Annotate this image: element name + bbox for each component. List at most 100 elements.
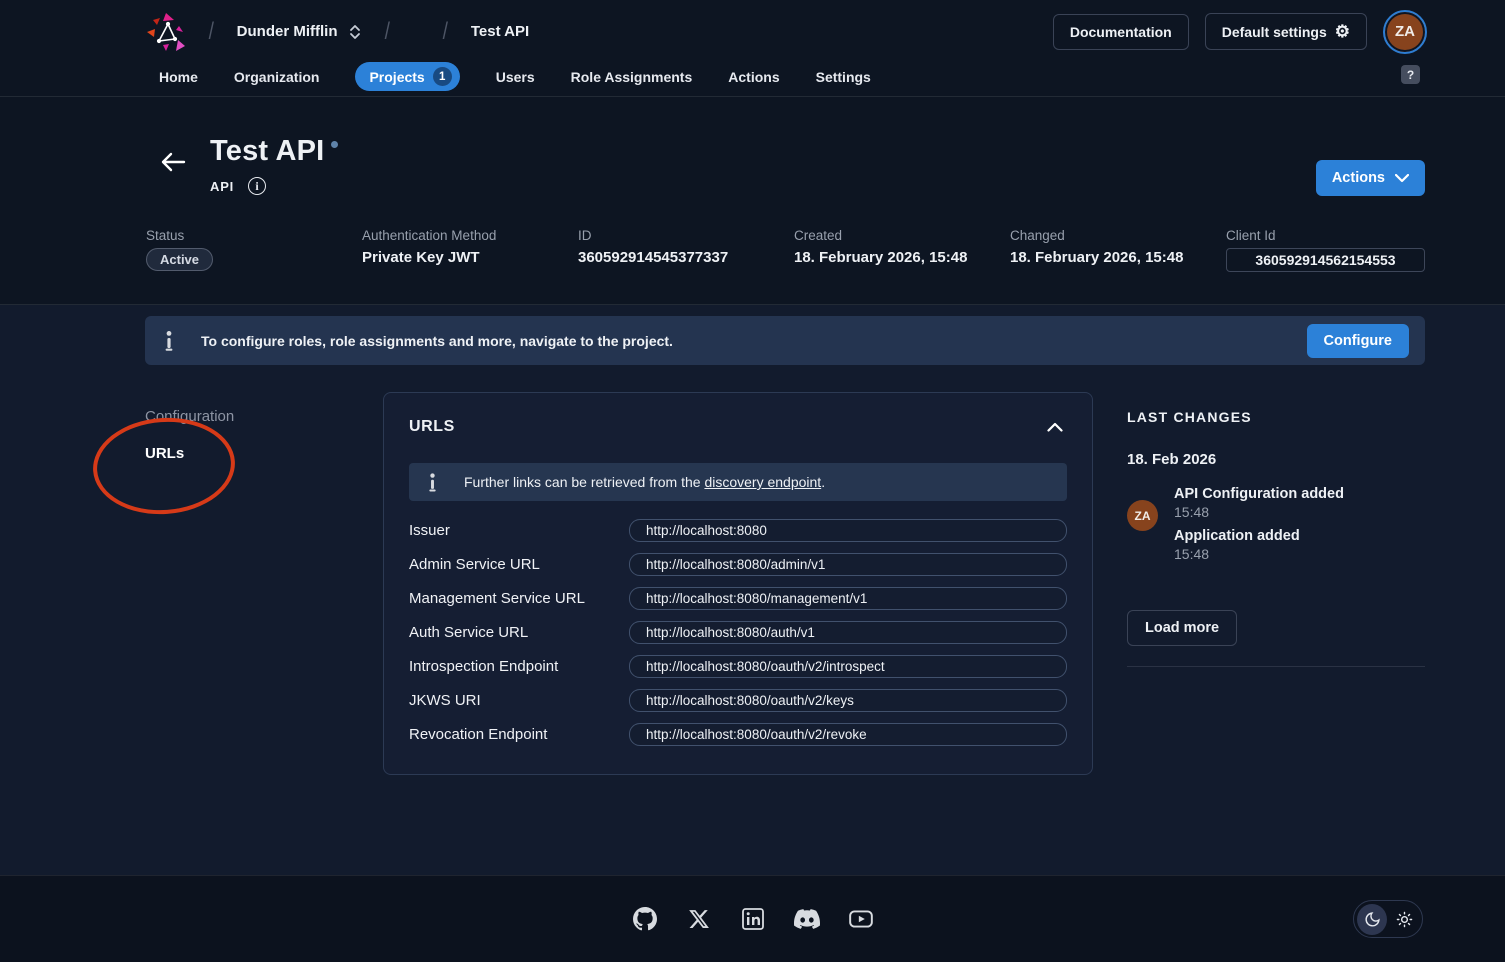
sidebar-item-urls[interactable]: URLs bbox=[145, 445, 383, 462]
youtube-icon[interactable] bbox=[842, 900, 880, 938]
discovery-endpoint-link[interactable]: discovery endpoint bbox=[704, 474, 821, 490]
config-sidebar: Configuration URLs bbox=[145, 392, 383, 462]
field-issuer: Issuer bbox=[409, 519, 1067, 542]
change-event: Application added 15:48 bbox=[1174, 528, 1344, 562]
discovery-note: Further links can be retrieved from the … bbox=[409, 463, 1067, 501]
field-label: JKWS URI bbox=[409, 692, 629, 709]
created-label: Created bbox=[794, 228, 1010, 243]
footer bbox=[0, 875, 1505, 962]
note-prefix: Further links can be retrieved from the bbox=[464, 474, 704, 490]
note-suffix: . bbox=[821, 474, 825, 490]
management-service-url-input[interactable] bbox=[629, 587, 1067, 610]
default-settings-label: Default settings bbox=[1222, 24, 1327, 40]
change-event: API Configuration added 15:48 bbox=[1174, 486, 1344, 520]
github-icon[interactable] bbox=[626, 900, 664, 938]
topbar: / Dunder Mifflin / / Test API Documentat… bbox=[0, 0, 1505, 97]
breadcrumb-separator: / bbox=[384, 18, 389, 46]
meta-auth-method: Authentication Method Private Key JWT bbox=[362, 228, 578, 272]
field-label: Revocation Endpoint bbox=[409, 726, 629, 743]
info-person-icon bbox=[427, 472, 438, 493]
event-time: 15:48 bbox=[1174, 546, 1344, 562]
avatar-initials: ZA bbox=[1135, 509, 1151, 523]
breadcrumb-separator: / bbox=[443, 18, 448, 46]
sun-icon[interactable] bbox=[1389, 904, 1419, 935]
documentation-label: Documentation bbox=[1070, 24, 1172, 40]
theme-toggle bbox=[1353, 900, 1423, 938]
field-admin-service-url: Admin Service URL bbox=[409, 553, 1067, 576]
project-info-banner: To configure roles, role assignments and… bbox=[145, 316, 1425, 365]
url-fields: Issuer Admin Service URL Management Serv… bbox=[409, 519, 1067, 746]
documentation-button[interactable]: Documentation bbox=[1053, 14, 1189, 50]
meta-id: ID 360592914545377337 bbox=[578, 228, 794, 272]
discord-icon[interactable] bbox=[788, 900, 826, 938]
field-label: Introspection Endpoint bbox=[409, 658, 629, 675]
actions-button-label: Actions bbox=[1332, 170, 1385, 186]
linkedin-icon[interactable] bbox=[734, 900, 772, 938]
field-auth-service-url: Auth Service URL bbox=[409, 621, 1067, 644]
id-value: 360592914545377337 bbox=[578, 249, 794, 266]
meta-changed: Changed 18. February 2026, 15:48 bbox=[1010, 228, 1226, 272]
tab-organization[interactable]: Organization bbox=[234, 69, 320, 85]
event-avatar: ZA bbox=[1127, 500, 1158, 531]
field-label: Admin Service URL bbox=[409, 556, 629, 573]
last-changes-heading: LAST CHANGES bbox=[1127, 409, 1425, 425]
info-icon[interactable]: i bbox=[248, 177, 266, 195]
tab-actions[interactable]: Actions bbox=[728, 69, 779, 85]
change-events: ZA API Configuration added 15:48 Applica… bbox=[1127, 486, 1425, 570]
auth-method-label: Authentication Method bbox=[362, 228, 578, 243]
client-id-label: Client Id bbox=[1226, 228, 1425, 243]
tab-projects[interactable]: Projects 1 bbox=[355, 62, 459, 91]
state-dot-icon bbox=[331, 141, 338, 148]
breadcrumb: / Dunder Mifflin / / Test API Documentat… bbox=[0, 0, 1505, 63]
revocation-endpoint-input[interactable] bbox=[629, 723, 1067, 746]
info-person-icon bbox=[163, 330, 175, 352]
sidebar-heading: Configuration bbox=[145, 408, 383, 425]
issuer-input[interactable] bbox=[629, 519, 1067, 542]
admin-service-url-input[interactable] bbox=[629, 553, 1067, 576]
status-label: Status bbox=[146, 228, 362, 243]
user-avatar[interactable]: ZA bbox=[1383, 10, 1427, 54]
org-switcher[interactable]: Dunder Mifflin bbox=[237, 23, 362, 41]
collapse-button[interactable] bbox=[1043, 418, 1067, 436]
meta-client-id: Client Id 360592914562154553 bbox=[1226, 228, 1425, 272]
client-id-chip[interactable]: 360592914562154553 bbox=[1226, 248, 1425, 272]
x-icon[interactable] bbox=[680, 900, 718, 938]
introspection-endpoint-input[interactable] bbox=[629, 655, 1067, 678]
configure-button[interactable]: Configure bbox=[1307, 324, 1409, 358]
org-name: Dunder Mifflin bbox=[237, 23, 338, 40]
tab-users[interactable]: Users bbox=[496, 69, 535, 85]
note-text: Further links can be retrieved from the … bbox=[464, 474, 825, 490]
divider bbox=[1127, 666, 1425, 667]
banner-text: To configure roles, role assignments and… bbox=[201, 333, 673, 349]
urls-card-title: URLS bbox=[409, 418, 455, 436]
tab-home[interactable]: Home bbox=[159, 69, 198, 85]
field-revocation-endpoint: Revocation Endpoint bbox=[409, 723, 1067, 746]
chevron-up-icon bbox=[1047, 422, 1063, 432]
field-label: Auth Service URL bbox=[409, 624, 629, 641]
back-arrow-icon[interactable] bbox=[160, 151, 186, 173]
event-time: 15:48 bbox=[1174, 504, 1344, 520]
created-value: 18. February 2026, 15:48 bbox=[794, 249, 1010, 266]
event-title: Application added bbox=[1174, 528, 1344, 544]
field-management-service-url: Management Service URL bbox=[409, 587, 1067, 610]
load-more-button[interactable]: Load more bbox=[1127, 610, 1237, 646]
tab-settings[interactable]: Settings bbox=[816, 69, 871, 85]
jkws-uri-input[interactable] bbox=[629, 689, 1067, 712]
moon-icon[interactable] bbox=[1357, 904, 1387, 935]
page-title: Test API bbox=[210, 135, 338, 168]
field-label: Issuer bbox=[409, 522, 629, 539]
page-head: Test API API i Actions Status Active Aut… bbox=[0, 97, 1505, 305]
configure-button-label: Configure bbox=[1324, 333, 1392, 349]
help-button[interactable]: ? bbox=[1401, 65, 1420, 84]
actions-button[interactable]: Actions bbox=[1316, 160, 1425, 196]
last-changes-panel: LAST CHANGES 18. Feb 2026 ZA API Configu… bbox=[1127, 392, 1425, 667]
id-label: ID bbox=[578, 228, 794, 243]
changed-value: 18. February 2026, 15:48 bbox=[1010, 249, 1226, 266]
default-settings-button[interactable]: Default settings ⚙ bbox=[1205, 13, 1367, 50]
chevron-down-icon bbox=[1395, 174, 1409, 183]
main-nav: Home Organization Projects 1 Users Role … bbox=[0, 63, 1505, 96]
zitadel-logo-icon[interactable] bbox=[146, 12, 186, 52]
tab-role-assignments[interactable]: Role Assignments bbox=[571, 69, 693, 85]
breadcrumb-project[interactable]: Test API bbox=[471, 23, 529, 40]
auth-service-url-input[interactable] bbox=[629, 621, 1067, 644]
